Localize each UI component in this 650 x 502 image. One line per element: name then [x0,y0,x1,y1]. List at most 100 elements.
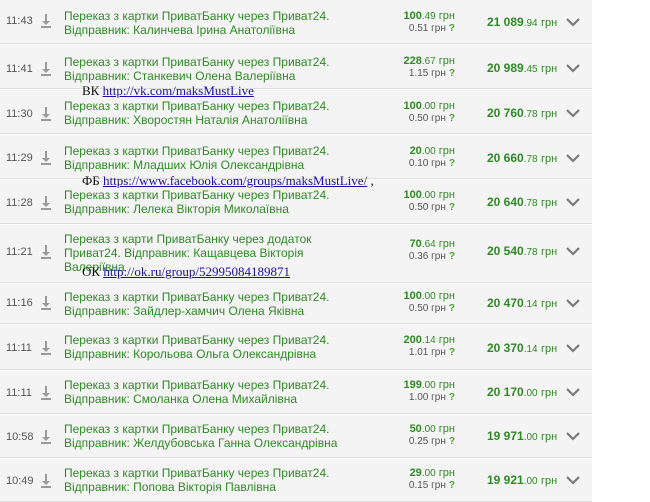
amount-decimal: .00 [421,101,436,112]
balance: 20 989.45 грн [487,61,557,75]
currency-label: грн [431,251,446,262]
transaction-row[interactable]: 10:58 Переказ з картки ПриватБанку через… [0,415,592,458]
balance-decimal: .14 [523,344,538,355]
amount-decimal: .00 [421,468,436,479]
balance-integer: 20 640 [487,195,524,209]
fee-help-icon[interactable]: ? [449,113,455,124]
fee-help-icon[interactable]: ? [449,158,455,169]
fee-value: 0.15 [408,480,429,491]
download-icon[interactable] [40,14,52,28]
fee-help-icon[interactable]: ? [449,68,455,79]
balance-integer: 19 921 [487,473,524,487]
currency-label: грн [438,290,455,302]
transaction-time: 11:28 [6,197,33,209]
currency-label: грн [438,467,455,479]
balance: 20 370.14 грн [487,341,557,355]
amount-decimal: .64 [421,239,436,250]
balance-decimal: .78 [523,154,538,165]
download-icon[interactable] [40,296,52,310]
currency-label: грн [438,238,455,250]
transaction-row[interactable]: 10:49 Переказ з картки ПриватБанку через… [0,459,592,502]
currency-label: грн [431,113,446,124]
balance: 19 921.00 грн [487,473,557,487]
transaction-time: 11:21 [6,246,33,258]
description-line: Переказ з картки ПриватБанку через Прива… [64,290,330,304]
download-icon[interactable] [40,196,52,210]
chevron-down-icon[interactable] [566,432,580,441]
chevron-down-icon[interactable] [566,388,580,397]
fee-value: 1.01 [408,347,429,358]
download-icon[interactable] [40,474,52,488]
balance: 19 971.00 грн [487,429,557,443]
fee-help-icon[interactable]: ? [449,251,455,262]
balance-integer: 20 470 [487,296,524,310]
amount-integer: 20 [409,145,422,157]
balance-integer: 20 170 [487,385,524,399]
currency-label: грн [431,392,446,403]
chevron-down-icon[interactable] [566,198,580,207]
chevron-down-icon[interactable] [566,18,580,27]
amount-decimal: .00 [421,146,436,157]
currency-label: грн [438,145,455,157]
vk-link[interactable]: http://vk.com/maksMustLive [103,83,254,98]
balance-integer: 20 989 [487,61,524,75]
transaction-time: 11:43 [6,15,33,27]
currency-label: грн [540,387,558,399]
chevron-down-icon[interactable] [566,109,580,118]
description-line: Переказ з картки ПриватБанку через Прива… [64,99,330,113]
balance-integer: 20 660 [487,151,524,165]
transaction-time: 11:41 [6,63,33,75]
amount-decimal: .00 [421,291,436,302]
transaction-time: 11:29 [6,152,33,164]
description-line: Відправник: Лелека Вікторія Миколаївна [64,202,289,216]
fee-help-icon[interactable]: ? [449,480,455,491]
balance: 21 089.94 грн [487,15,557,29]
fee-value: 0.50 [408,202,429,213]
balance: 20 170.00 грн [487,385,557,399]
currency-label: грн [438,423,455,435]
ok-link[interactable]: http://ok.ru/group/52995084189871 [103,264,290,279]
download-icon[interactable] [40,341,52,355]
transaction-amount: 100.00 грн 0.50 грн? [365,290,455,315]
fee-help-icon[interactable]: ? [449,202,455,213]
description-line: Відправник: Зайдлер-хамчич Олена Яківна [64,304,305,318]
chevron-down-icon[interactable] [566,247,580,256]
fee-value: 0.25 [408,436,429,447]
chevron-down-icon[interactable] [566,344,580,353]
chevron-down-icon[interactable] [566,476,580,485]
download-icon[interactable] [40,107,52,121]
fee-value: 1.00 [408,392,429,403]
description-line: Відправник: Калинчева Ірина Анатоліївна [64,23,296,37]
fb-link[interactable]: https://www.facebook.com/groups/maksMust… [103,173,367,188]
chevron-down-icon[interactable] [566,64,580,73]
transaction-row[interactable]: 11:11 Переказ з картки ПриватБанку через… [0,371,592,414]
fee-help-icon[interactable]: ? [449,303,455,314]
transaction-row[interactable]: 11:43 Переказ з картки ПриватБанку через… [0,0,592,44]
download-icon[interactable] [40,62,52,76]
chevron-down-icon[interactable] [566,154,580,163]
vk-prefix: ВК [82,83,100,98]
fee-help-icon[interactable]: ? [449,436,455,447]
transaction-description: Переказ з картки ПриватБанку через Прива… [64,290,354,318]
description-line: Відправник: Станкевич Олена Валеріївна [64,69,296,83]
vk-watermark: ВК http://vk.com/maksMustLive [82,83,254,99]
download-icon[interactable] [40,151,52,165]
download-icon[interactable] [40,245,52,259]
balance: 20 640.78 грн [487,195,557,209]
fee-help-icon[interactable]: ? [449,392,455,403]
chevron-down-icon[interactable] [566,299,580,308]
download-icon[interactable] [40,386,52,400]
amount-integer: 200 [403,334,422,346]
download-icon[interactable] [40,430,52,444]
transaction-row[interactable]: 11:16 Переказ з картки ПриватБанку через… [0,284,592,324]
currency-label: грн [540,246,558,258]
currency-label: грн [438,379,455,391]
transaction-row[interactable]: 11:11 Переказ з картки ПриватБанку через… [0,325,592,370]
currency-label: грн [540,475,558,487]
description-line: Відправник: Младших Юлія Олександрівна [64,158,305,172]
currency-label: грн [431,303,446,314]
transaction-description: Переказ з картки ПриватБанку через Прива… [64,188,354,216]
fb-watermark: ФБ https://www.facebook.com/groups/maksM… [82,173,374,189]
fee-help-icon[interactable]: ? [449,23,455,34]
fee-help-icon[interactable]: ? [449,347,455,358]
